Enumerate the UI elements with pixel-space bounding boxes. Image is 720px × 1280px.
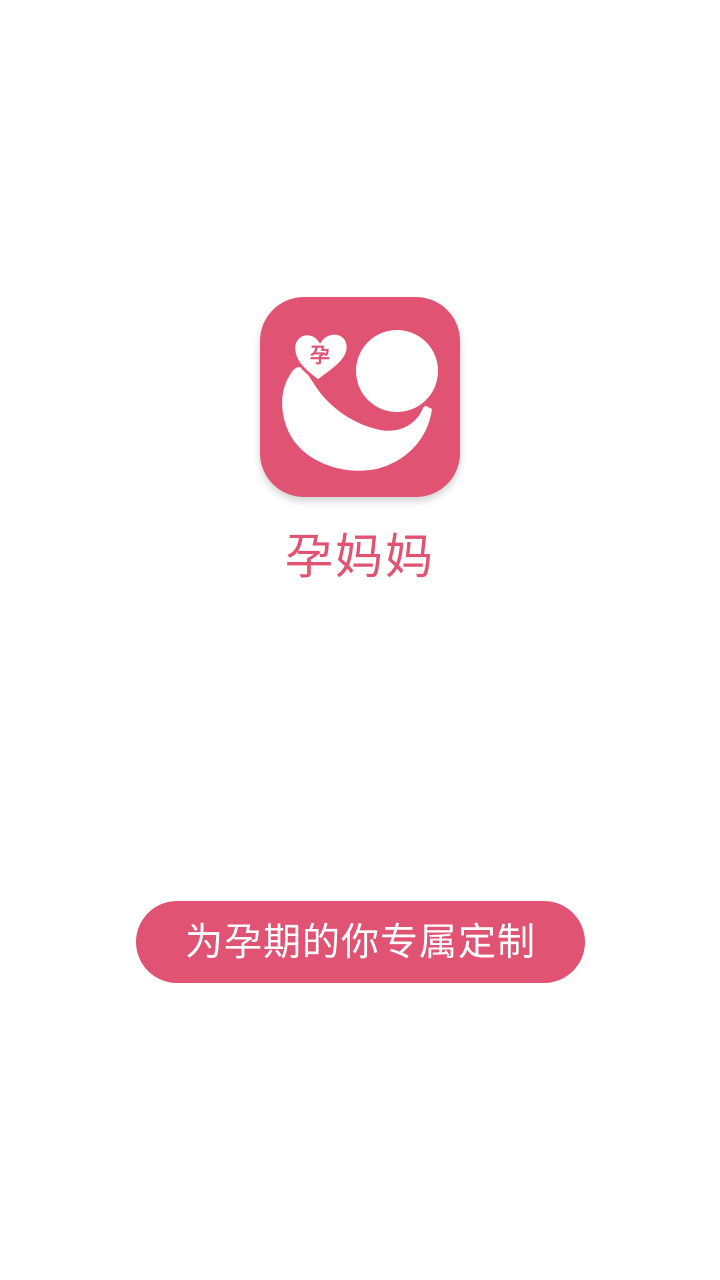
logo-badge-text: 孕 bbox=[310, 343, 330, 367]
slogan-badge: 为孕期的你专属定制 bbox=[136, 901, 585, 983]
app-logo-icon: 孕 bbox=[260, 297, 460, 497]
slogan-text: 为孕期的你专属定制 bbox=[184, 920, 536, 964]
app-title: 孕妈妈 bbox=[284, 529, 435, 585]
pregnant-mother-heart-icon: 孕 bbox=[282, 326, 442, 471]
